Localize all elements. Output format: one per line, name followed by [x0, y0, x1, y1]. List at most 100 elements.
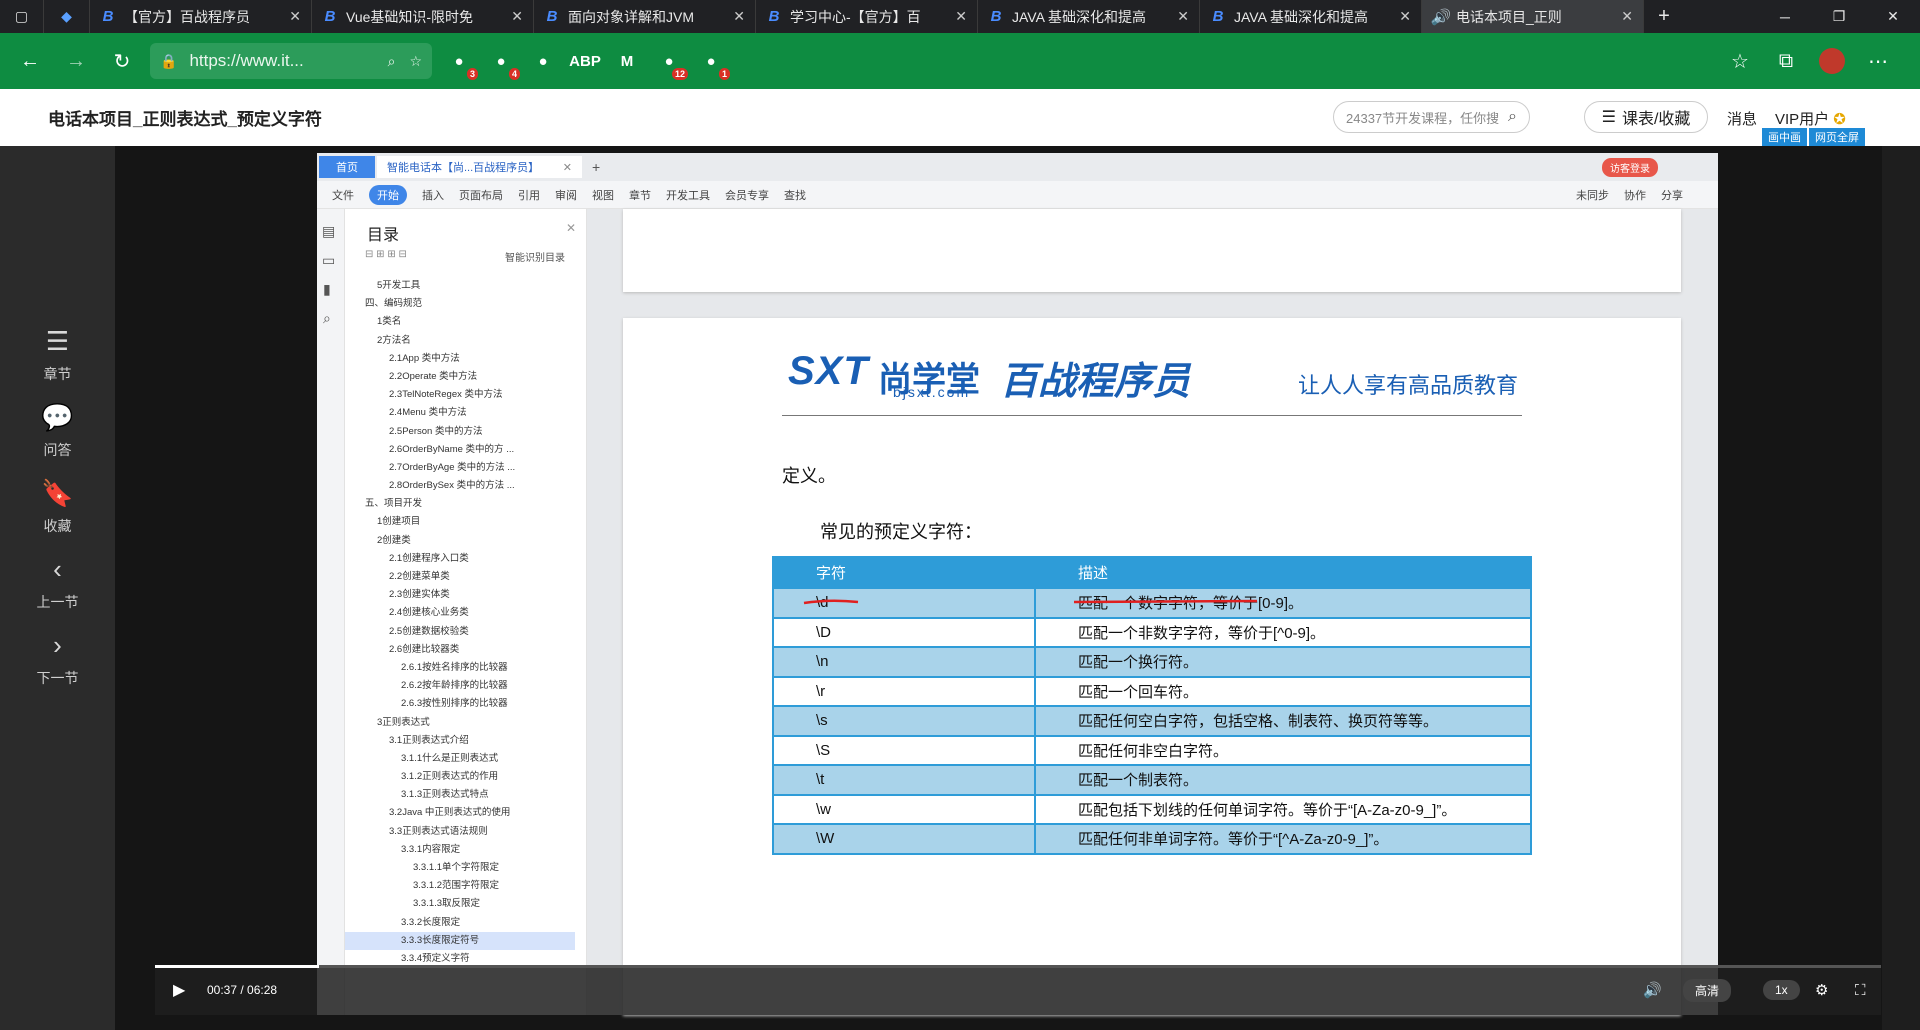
vip-user-link[interactable]: VIP用户 ✪ [1775, 108, 1846, 129]
toc-item[interactable]: 3.3.3长度限定符号 [345, 931, 575, 950]
toc-item[interactable]: 2创建类 [345, 532, 575, 550]
toc-item[interactable]: 1创建项目 [345, 513, 575, 531]
toc-close-icon[interactable]: ✕ [566, 221, 576, 235]
sidebar-item-next[interactable]: › 下一节 [0, 630, 115, 688]
wps-right-menu-item[interactable]: 分享 [1661, 187, 1683, 203]
tab-actions-icon[interactable]: ▢ [0, 0, 44, 33]
nav-pane-icon[interactable]: ▤ [322, 223, 344, 240]
wps-menu-item[interactable]: 章节 [629, 187, 651, 203]
toc-expand-icons[interactable]: ⊟ ⊞ ⊞ ⊟ [365, 249, 407, 260]
maximize-button[interactable]: ❐ [1812, 0, 1866, 33]
ext-12-icon[interactable]: ● 12 [654, 46, 688, 80]
toc-item[interactable]: 3.1.1什么是正则表达式 [345, 750, 575, 768]
fullscreen-icon[interactable]: ⛶ [1855, 982, 1866, 999]
ext-2-icon[interactable]: ● 4 [486, 46, 520, 80]
close-window-button[interactable]: ✕ [1866, 0, 1920, 33]
reload-icon[interactable]: ↻ [104, 43, 140, 79]
wps-menu-item[interactable]: 审阅 [555, 187, 577, 203]
wps-menu-item[interactable]: 查找 [784, 187, 806, 203]
bookmark-pane-icon[interactable]: ▮ [323, 281, 344, 298]
speed-button[interactable]: 1x [1763, 980, 1800, 1000]
tab-close-icon[interactable]: ✕ [1399, 8, 1411, 25]
tab-close-icon[interactable]: ✕ [1177, 8, 1189, 25]
toc-item[interactable]: 2.8OrderBySex 类中的方法 ... [345, 477, 575, 495]
forward-icon[interactable]: → [58, 43, 94, 79]
fullpage-button[interactable]: 网页全屏 [1809, 128, 1865, 146]
sidebar-item-prev[interactable]: ‹ 上一节 [0, 554, 115, 612]
browser-tab[interactable]: B JAVA 基础深化和提高 ✕ [978, 0, 1200, 33]
wps-menu-item[interactable]: 文件 [332, 187, 354, 203]
tab-close-icon[interactable]: ✕ [955, 8, 967, 25]
browser-tab[interactable]: B Vue基础知识-限时免 ✕ [312, 0, 534, 33]
toc-item[interactable]: 2.6.2按年龄排序的比较器 [345, 677, 575, 695]
wps-menu-item[interactable]: 页面布局 [459, 187, 503, 203]
back-icon[interactable]: ← [12, 43, 48, 79]
toc-item[interactable]: 3.3.1.1单个字符限定 [345, 859, 575, 877]
browser-tab[interactable]: B JAVA 基础深化和提高 ✕ [1200, 0, 1422, 33]
toc-item[interactable]: 3.3.1.3取反限定 [345, 895, 575, 913]
toc-item[interactable]: 2方法名 [345, 332, 575, 350]
wps-right-menu-item[interactable]: 未同步 [1576, 187, 1609, 203]
toc-item[interactable]: 3.3.1.2范围字符限定 [345, 877, 575, 895]
wps-doc-tab[interactable]: 智能电话本【尚...百战程序员】 ✕ [377, 156, 582, 178]
wps-home-tab[interactable]: 首页 [319, 156, 375, 178]
ext-m-icon[interactable]: M [612, 46, 642, 76]
tab-close-icon[interactable]: ✕ [289, 8, 301, 25]
favorites-icon[interactable]: ☆ [1722, 43, 1758, 79]
toc-item[interactable]: 2.2Operate 类中方法 [345, 368, 575, 386]
wps-menu-item[interactable]: 开始 [369, 184, 407, 205]
wps-new-tab-icon[interactable]: + [592, 159, 600, 175]
toc-item[interactable]: 2.3TelNoteRegex 类中方法 [345, 386, 575, 404]
toc-item[interactable]: 2.6OrderByName 类中的方 ... [345, 441, 575, 459]
toc-item[interactable]: 2.2创建菜单类 [345, 568, 575, 586]
favorite-star-icon[interactable]: ☆ [409, 53, 422, 70]
wps-menu-item[interactable]: 视图 [592, 187, 614, 203]
browser-tab[interactable]: 🔊 电话本项目_正则 ✕ [1422, 0, 1644, 33]
sidebar-item-qa[interactable]: 💬 问答 [0, 402, 115, 460]
zoom-icon[interactable]: ⌕ [388, 53, 396, 70]
pinned-tab[interactable]: ◆ [44, 0, 90, 33]
wps-right-menu-item[interactable]: 协作 [1624, 187, 1646, 203]
toc-item[interactable]: 2.1App 类中方法 [345, 350, 575, 368]
toc-item[interactable]: 2.5Person 类中的方法 [345, 423, 575, 441]
minimize-button[interactable]: ─ [1758, 0, 1812, 33]
pip-button[interactable]: 画中画 [1762, 128, 1807, 146]
tab-close-icon[interactable]: ✕ [1621, 8, 1633, 25]
browser-tab[interactable]: B 【官方】百战程序员 ✕ [90, 0, 312, 33]
toc-item[interactable]: 2.4创建核心业务类 [345, 604, 575, 622]
search-input[interactable]: 24337节开发课程，任你搜 ⌕ [1333, 101, 1530, 133]
course-favorites-button[interactable]: ☰ 课表/收藏 [1584, 101, 1708, 133]
browser-tab[interactable]: B 面向对象详解和JVM ✕ [534, 0, 756, 33]
toc-item[interactable]: 2.6创建比较器类 [345, 641, 575, 659]
ext-1-icon[interactable]: ● 3 [444, 46, 478, 80]
toc-item[interactable]: 2.6.3按性别排序的比较器 [345, 695, 575, 713]
toc-item[interactable]: 2.4Menu 类中方法 [345, 404, 575, 422]
toc-item[interactable]: 3.3.2长度限定 [345, 914, 575, 932]
wps-menu-item[interactable]: 插入 [422, 187, 444, 203]
progress-track[interactable] [155, 965, 1881, 968]
tab-close-icon[interactable]: ✕ [733, 8, 745, 25]
toc-item[interactable]: 1类名 [345, 313, 575, 331]
toc-item[interactable]: 3.1.2正则表达式的作用 [345, 768, 575, 786]
messages-link[interactable]: 消息 [1727, 108, 1757, 129]
sidebar-item-bookmark[interactable]: 🔖 收藏 [0, 478, 115, 536]
toc-item[interactable]: 3正则表达式 [345, 714, 575, 732]
toc-item[interactable]: 2.3创建实体类 [345, 586, 575, 604]
search-icon[interactable]: ⌕ [1508, 108, 1517, 126]
sidebar-item-chapter[interactable]: ☰ 章节 [0, 326, 115, 384]
toc-item[interactable]: 五、项目开发 [345, 495, 575, 513]
find-pane-icon[interactable]: ⌕ [323, 310, 344, 327]
toc-item[interactable]: 3.1正则表达式介绍 [345, 732, 575, 750]
toc-item[interactable]: 3.3正则表达式语法规则 [345, 823, 575, 841]
wps-menu-item[interactable]: 会员专享 [725, 187, 769, 203]
volume-icon[interactable]: 🔊 [1643, 981, 1662, 999]
ext-abp-icon[interactable]: ABP [569, 46, 601, 76]
new-tab-button[interactable]: + [1644, 0, 1684, 33]
tab-close-icon[interactable]: ✕ [511, 8, 523, 25]
toc-item[interactable]: 2.5创建数据校验类 [345, 623, 575, 641]
play-icon[interactable]: ▶ [173, 980, 193, 1000]
more-icon[interactable]: ⋯ [1860, 43, 1896, 79]
outline-icon[interactable]: ▭ [322, 252, 344, 269]
wps-menu-item[interactable]: 开发工具 [666, 187, 710, 203]
toc-item[interactable]: 2.6.1按姓名排序的比较器 [345, 659, 575, 677]
